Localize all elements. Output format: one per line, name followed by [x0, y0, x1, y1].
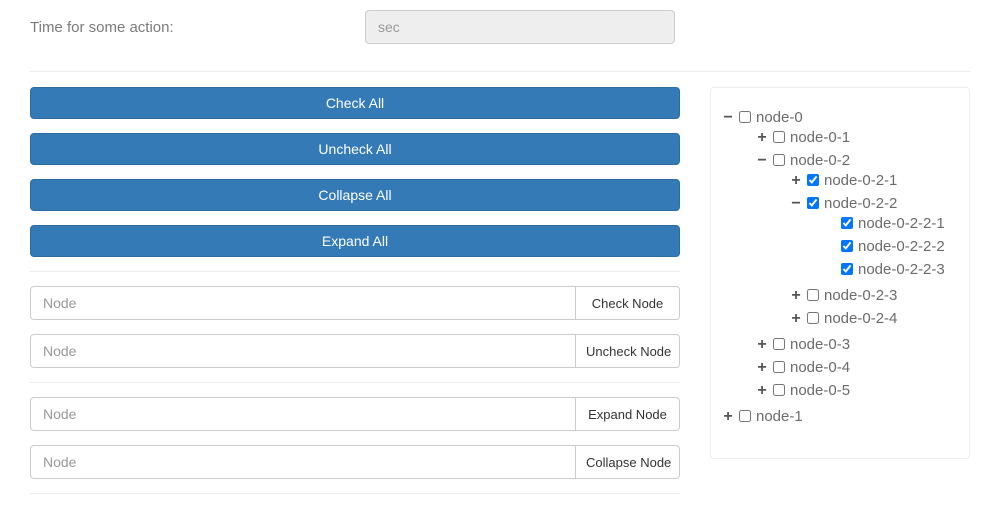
check-all-button[interactable]: Check All	[30, 87, 680, 119]
tree-node: + node-0-5	[755, 379, 959, 402]
node-checkbox[interactable]	[773, 154, 785, 166]
expand-icon[interactable]: +	[755, 360, 769, 376]
node-checkbox[interactable]	[807, 197, 819, 209]
check-node-group: Check Node	[30, 286, 680, 320]
node-label: node-0-1	[790, 129, 850, 146]
collapse-icon[interactable]: −	[789, 196, 803, 212]
collapse-node-button[interactable]: Collapse Node	[575, 445, 680, 479]
tree-node: + node-0-2-1	[789, 169, 959, 192]
expand-icon[interactable]: +	[789, 288, 803, 304]
node-checkbox[interactable]	[739, 111, 751, 123]
tree-node: + node-0-4	[755, 356, 959, 379]
uncheck-all-button[interactable]: Uncheck All	[30, 133, 680, 165]
expand-node-group: Expand Node	[30, 397, 680, 431]
check-node-input[interactable]	[30, 286, 575, 320]
expand-icon[interactable]: +	[755, 337, 769, 353]
divider	[30, 271, 680, 272]
tree: − node-0 + node-0-1 − node-0-2 + node-0-2-1 − nod…	[721, 106, 959, 428]
node-checkbox[interactable]	[773, 131, 785, 143]
tree-node: +node-0-2-2-1	[823, 212, 959, 235]
collapse-icon[interactable]: −	[755, 153, 769, 169]
time-label: Time for some action:	[30, 19, 365, 36]
expand-icon[interactable]: +	[721, 409, 735, 425]
controls-column: Check All Uncheck All Collapse All Expan…	[30, 87, 680, 508]
node-checkbox[interactable]	[807, 312, 819, 324]
collapse-node-input[interactable]	[30, 445, 575, 479]
check-node-button[interactable]: Check Node	[575, 286, 680, 320]
node-label: node-0-2-3	[824, 287, 897, 304]
node-label: node-0-2-2-1	[858, 215, 945, 232]
uncheck-node-input[interactable]	[30, 334, 575, 368]
expand-icon[interactable]: +	[755, 383, 769, 399]
divider	[30, 382, 680, 383]
node-label: node-0-3	[790, 336, 850, 353]
sec-input[interactable]	[365, 10, 675, 44]
node-label: node-0-2-2-3	[858, 261, 945, 278]
top-row: Time for some action:	[30, 10, 970, 56]
collapse-all-button[interactable]: Collapse All	[30, 179, 680, 211]
collapse-node-group: Collapse Node	[30, 445, 680, 479]
node-label: node-0-2-4	[824, 310, 897, 327]
tree-node: − node-0-2-2+node-0-2-2-1+node-0-2-2-2+no…	[789, 192, 959, 284]
node-label: node-0-5	[790, 382, 850, 399]
tree-node: + node-0-2-3	[789, 284, 959, 307]
tree-node: +node-0-2-2-2	[823, 235, 959, 258]
tree-panel: − node-0 + node-0-1 − node-0-2 + node-0-2-1 − nod…	[710, 87, 970, 459]
uncheck-node-button[interactable]: Uncheck Node	[575, 334, 680, 368]
node-checkbox[interactable]	[841, 263, 853, 275]
expand-icon[interactable]: +	[789, 311, 803, 327]
node-label: node-0-4	[790, 359, 850, 376]
tree-node: +node-0-2-2-3	[823, 258, 959, 281]
node-checkbox[interactable]	[807, 174, 819, 186]
node-checkbox[interactable]	[841, 240, 853, 252]
node-label: node-0-2-1	[824, 172, 897, 189]
node-label: node-0	[756, 109, 803, 126]
tree-node: + node-0-3	[755, 333, 959, 356]
expand-icon[interactable]: +	[789, 173, 803, 189]
tree-node: + node-0-2-4	[789, 307, 959, 330]
expand-all-button[interactable]: Expand All	[30, 225, 680, 257]
node-label: node-1	[756, 408, 803, 425]
node-checkbox[interactable]	[773, 384, 785, 396]
expand-node-button[interactable]: Expand Node	[575, 397, 680, 431]
divider	[30, 71, 970, 72]
tree-node: − node-0 + node-0-1 − node-0-2 + node-0-2-1 − nod…	[721, 106, 959, 405]
node-label: node-0-2-2-2	[858, 238, 945, 255]
main-columns: Check All Uncheck All Collapse All Expan…	[30, 87, 970, 508]
collapse-icon[interactable]: −	[721, 110, 735, 126]
expand-node-input[interactable]	[30, 397, 575, 431]
tree-node: + node-1	[721, 405, 959, 428]
node-label: node-0-2	[790, 152, 850, 169]
node-checkbox[interactable]	[807, 289, 819, 301]
node-checkbox[interactable]	[841, 217, 853, 229]
tree-node: + node-0-1	[755, 126, 959, 149]
node-checkbox[interactable]	[773, 361, 785, 373]
divider	[30, 493, 680, 494]
node-label: node-0-2-2	[824, 195, 897, 212]
tree-node: −node-0-2+node-0-2-1−node-0-2-2+node-0-2…	[755, 149, 959, 333]
uncheck-node-group: Uncheck Node	[30, 334, 680, 368]
node-checkbox[interactable]	[773, 338, 785, 350]
node-checkbox[interactable]	[739, 410, 751, 422]
expand-icon[interactable]: +	[755, 130, 769, 146]
